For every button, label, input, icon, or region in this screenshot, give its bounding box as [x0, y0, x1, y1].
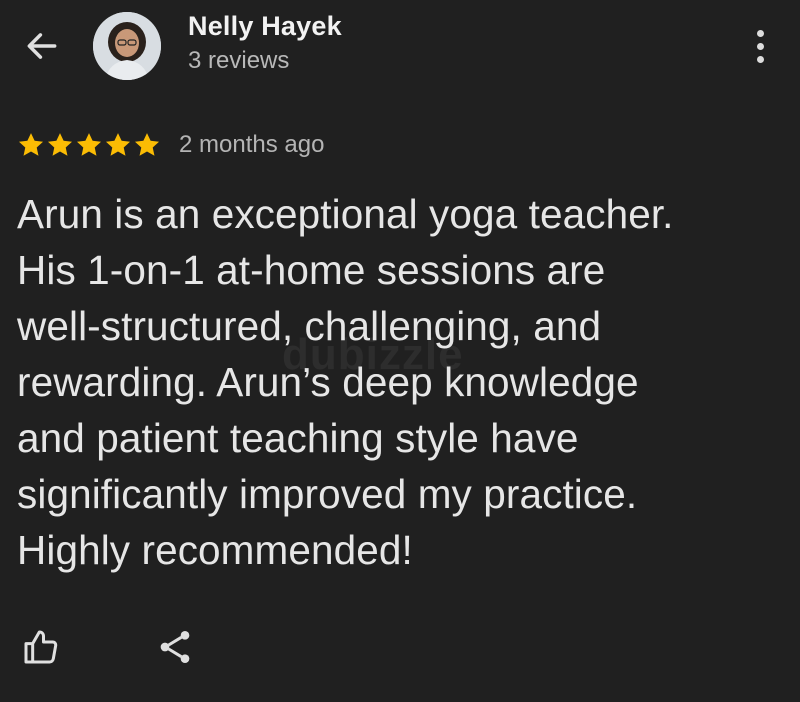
rating-row: 2 months ago [17, 128, 324, 162]
avatar[interactable] [93, 12, 161, 80]
user-avatar [93, 12, 161, 80]
more-vertical-icon-dot [756, 55, 764, 63]
share-button[interactable] [152, 624, 198, 670]
reviewer-name[interactable]: Nelly Hayek [188, 11, 342, 42]
share-icon [160, 631, 190, 663]
review-text: Arun is an exceptional yoga teacher. His… [17, 191, 674, 573]
like-button[interactable] [18, 624, 64, 670]
more-vertical-icon [756, 29, 764, 37]
arrow-left-icon [27, 33, 57, 59]
review-screen: Nelly Hayek 3 reviews 2 months ago Arun … [0, 0, 800, 702]
back-button[interactable] [20, 24, 64, 68]
more-vertical-icon-dot [756, 42, 764, 50]
star-icon [18, 133, 44, 156]
star-icon [134, 133, 160, 156]
star-icon [76, 133, 102, 156]
more-options-button[interactable] [740, 22, 780, 70]
star-rating [17, 131, 161, 159]
star-icon [47, 133, 73, 156]
star-icon [105, 133, 131, 156]
thumbs-up-icon [24, 630, 58, 664]
review-count: 3 reviews [188, 47, 290, 74]
review-date: 2 months ago [179, 131, 325, 158]
